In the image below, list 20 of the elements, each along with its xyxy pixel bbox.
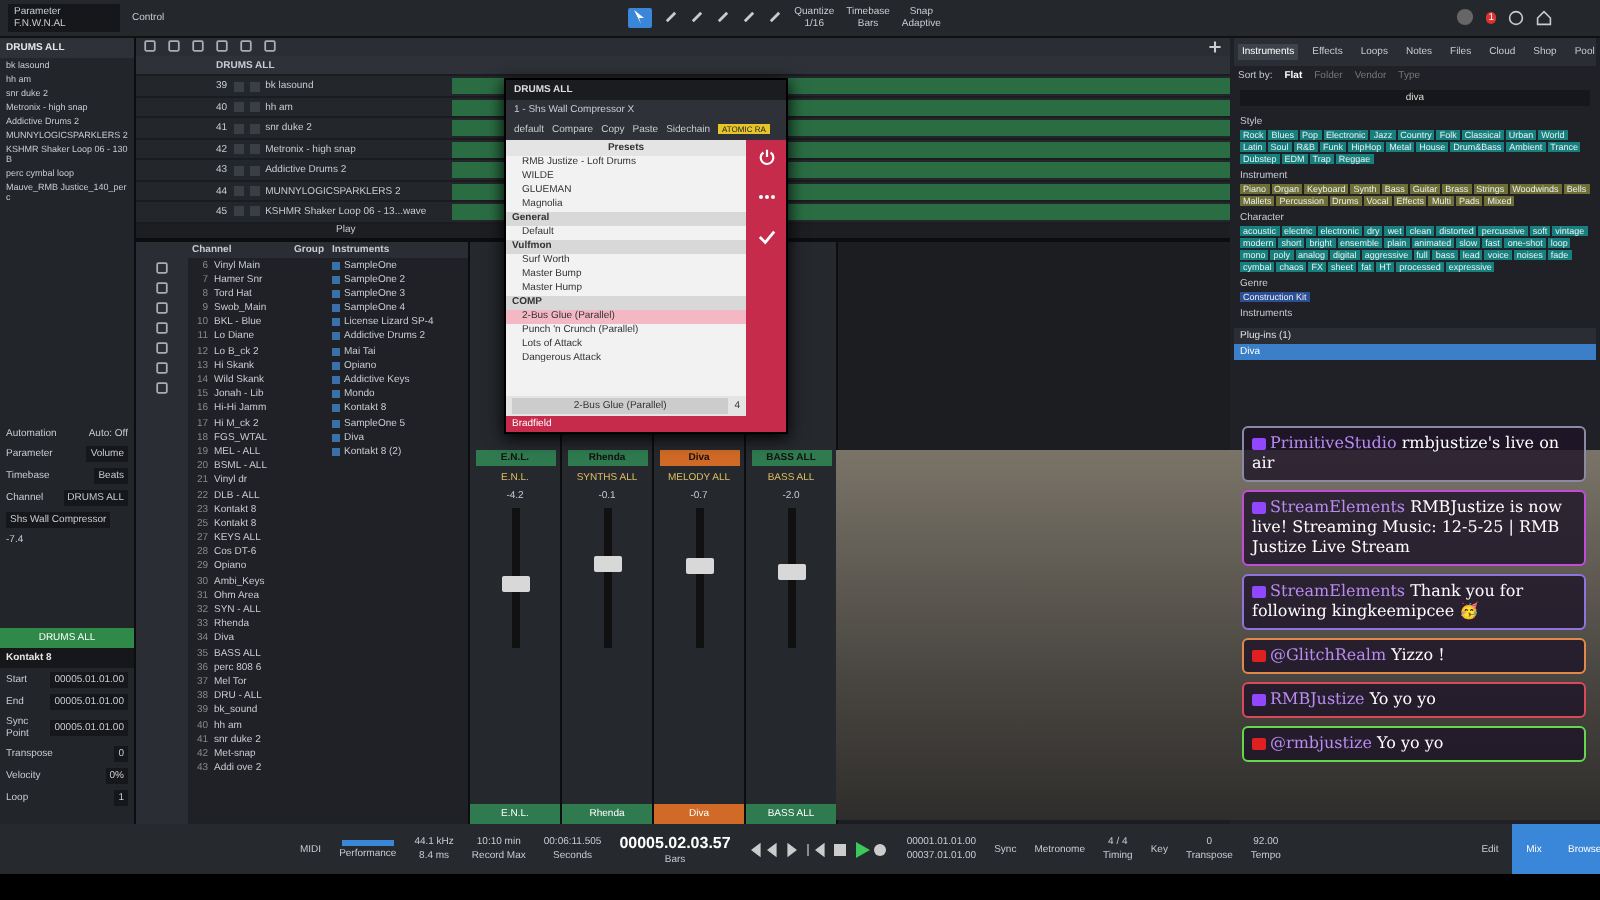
power-icon[interactable] (757, 147, 775, 166)
chat-message: PrimitiveStudio rmbjustize's live on air (1242, 426, 1586, 482)
chat-message: @GlitchRealm Yizzo ! (1242, 638, 1586, 674)
fader-handle[interactable] (777, 563, 805, 580)
transport-controls-drawing[interactable] (748, 839, 889, 860)
fader-handle[interactable] (501, 576, 529, 593)
checkmark-icon[interactable] (757, 227, 775, 246)
chat-message: StreamElements Thank you for following kingkeemipcee 🥳 (1242, 574, 1586, 630)
chat-message: @rmbjustize Yo yo yo (1242, 726, 1586, 762)
position-display: 00005.02.03.57 (619, 833, 731, 852)
chat-icon[interactable] (1508, 9, 1524, 26)
fader-handle[interactable] (593, 555, 621, 572)
home-icon[interactable] (1536, 9, 1552, 26)
more-icon[interactable] (757, 193, 775, 200)
arrow-tool-button[interactable] (628, 7, 653, 28)
fader-handle[interactable] (685, 557, 713, 574)
chat-message: StreamElements RMBJustize is now live! Streaming Music: 12-5-25 | RMB Justize Live Stream (1242, 490, 1586, 566)
chat-message: RMBJustize Yo yo yo (1242, 682, 1586, 718)
avatar-icon[interactable] (1456, 8, 1475, 27)
add-icon[interactable] (1208, 39, 1222, 54)
